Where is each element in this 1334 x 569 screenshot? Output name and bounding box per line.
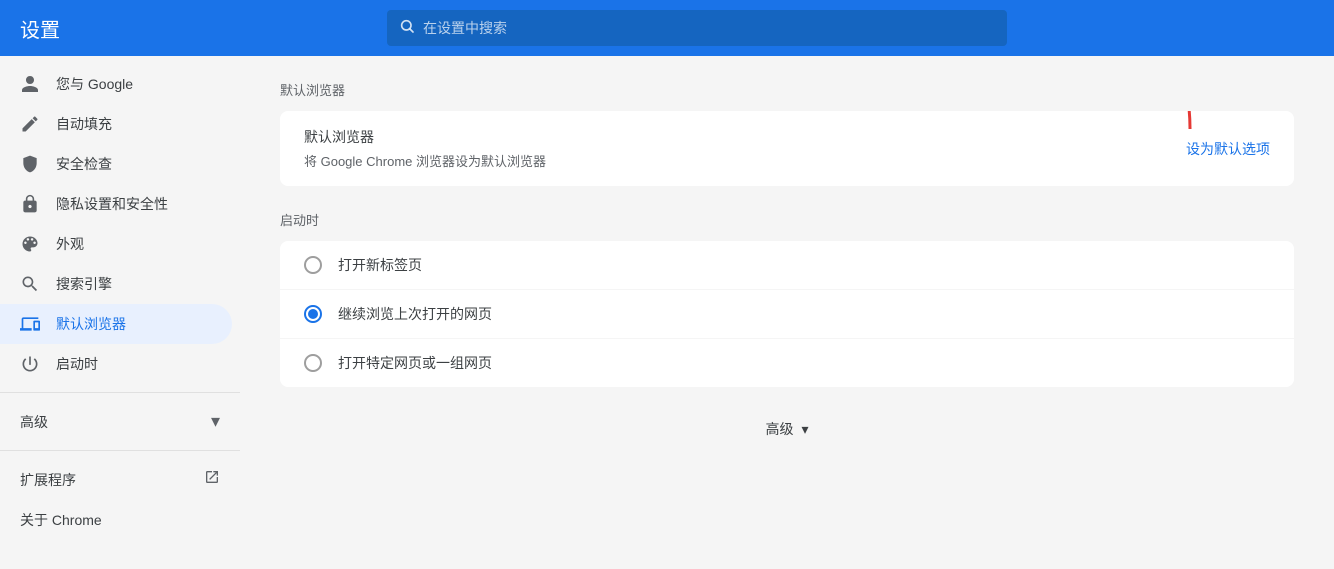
person-icon <box>20 74 40 94</box>
set-default-button[interactable]: 设为默认选项 <box>1186 139 1270 159</box>
startup-option-continue-label: 继续浏览上次打开的网页 <box>338 304 492 324</box>
main-layout: 您与 Google 自动填充 安全检查 隐私设置和安全性 <box>0 56 1334 569</box>
radio-continue <box>304 305 322 323</box>
sidebar-item-appearance-label: 外观 <box>56 234 84 254</box>
browser-icon <box>20 314 40 334</box>
sidebar: 您与 Google 自动填充 安全检查 隐私设置和安全性 <box>0 56 240 569</box>
palette-icon <box>20 234 40 254</box>
sidebar-item-default-browser[interactable]: 默认浏览器 <box>0 304 232 344</box>
sidebar-item-security-label: 安全检查 <box>56 154 112 174</box>
lock-icon <box>20 194 40 214</box>
sidebar-advanced-label: 高级 <box>20 412 48 432</box>
advanced-left: 高级 <box>20 412 48 432</box>
search-nav-icon <box>20 274 40 294</box>
sidebar-item-advanced[interactable]: 高级 ▾ <box>0 401 240 442</box>
external-link-icon <box>204 469 220 490</box>
default-browser-desc: 将 Google Chrome 浏览器设为默认浏览器 <box>304 151 546 170</box>
sidebar-item-appearance[interactable]: 外观 <box>0 224 232 264</box>
red-arrow-indicator <box>1150 111 1210 139</box>
chevron-down-icon: ▾ <box>211 411 220 432</box>
chevron-down-icon-bottom: ▾ <box>801 421 808 438</box>
default-browser-row: 默认浏览器 将 Google Chrome 浏览器设为默认浏览器 <box>280 111 1294 186</box>
search-input[interactable] <box>423 20 995 36</box>
radio-specific <box>304 354 322 372</box>
startup-section: 启动时 打开新标签页 继续浏览上次打开的网页 打开特定网页或一组网页 <box>280 210 1294 387</box>
edit-icon <box>20 114 40 134</box>
sidebar-item-privacy[interactable]: 隐私设置和安全性 <box>0 184 232 224</box>
bottom-section: 高级 ▾ <box>280 387 1294 455</box>
default-browser-info: 默认浏览器 将 Google Chrome 浏览器设为默认浏览器 <box>304 127 546 170</box>
sidebar-item-google[interactable]: 您与 Google <box>0 64 232 104</box>
sidebar-divider <box>0 392 240 393</box>
header: 设置 <box>0 0 1334 56</box>
startup-option-specific-label: 打开特定网页或一组网页 <box>338 353 492 373</box>
default-browser-section-title: 默认浏览器 <box>280 80 1294 99</box>
content-area: 默认浏览器 默认浏览器 将 Google Chrome 浏览器设为默认浏览器 <box>240 56 1334 569</box>
sidebar-extensions-label: 扩展程序 <box>20 470 76 490</box>
sidebar-item-security[interactable]: 安全检查 <box>0 144 232 184</box>
btn-arrow-wrapper: 设为默认选项 <box>1186 139 1270 159</box>
startup-section-title: 启动时 <box>280 210 1294 229</box>
power-icon <box>20 354 40 374</box>
advanced-button-label: 高级 <box>765 419 793 439</box>
sidebar-item-autofill-label: 自动填充 <box>56 114 112 134</box>
search-bar[interactable] <box>387 10 1007 46</box>
sidebar-about-label: 关于 Chrome <box>20 510 102 530</box>
sidebar-item-startup[interactable]: 启动时 <box>0 344 232 384</box>
sidebar-item-privacy-label: 隐私设置和安全性 <box>56 194 168 214</box>
radio-new-tab <box>304 256 322 274</box>
sidebar-divider-2 <box>0 450 240 451</box>
startup-option-continue[interactable]: 继续浏览上次打开的网页 <box>280 290 1294 339</box>
sidebar-item-extensions[interactable]: 扩展程序 <box>0 459 240 500</box>
sidebar-item-startup-label: 启动时 <box>56 354 98 374</box>
sidebar-item-search-label: 搜索引擎 <box>56 274 112 294</box>
sidebar-item-google-label: 您与 Google <box>56 74 133 94</box>
search-icon <box>399 18 415 39</box>
shield-icon <box>20 154 40 174</box>
startup-card: 打开新标签页 继续浏览上次打开的网页 打开特定网页或一组网页 <box>280 241 1294 387</box>
sidebar-item-default-browser-label: 默认浏览器 <box>56 314 126 334</box>
startup-option-new-tab-label: 打开新标签页 <box>338 255 422 275</box>
startup-option-specific[interactable]: 打开特定网页或一组网页 <box>280 339 1294 387</box>
default-browser-section: 默认浏览器 默认浏览器 将 Google Chrome 浏览器设为默认浏览器 <box>280 80 1294 186</box>
default-browser-card: 默认浏览器 将 Google Chrome 浏览器设为默认浏览器 <box>280 111 1294 186</box>
sidebar-item-search[interactable]: 搜索引擎 <box>0 264 232 304</box>
default-browser-name: 默认浏览器 <box>304 127 546 147</box>
page-title: 设置 <box>20 14 60 43</box>
sidebar-item-about[interactable]: 关于 Chrome <box>0 500 240 540</box>
startup-option-new-tab[interactable]: 打开新标签页 <box>280 241 1294 290</box>
sidebar-item-autofill[interactable]: 自动填充 <box>0 104 232 144</box>
advanced-button[interactable]: 高级 ▾ <box>765 419 808 439</box>
